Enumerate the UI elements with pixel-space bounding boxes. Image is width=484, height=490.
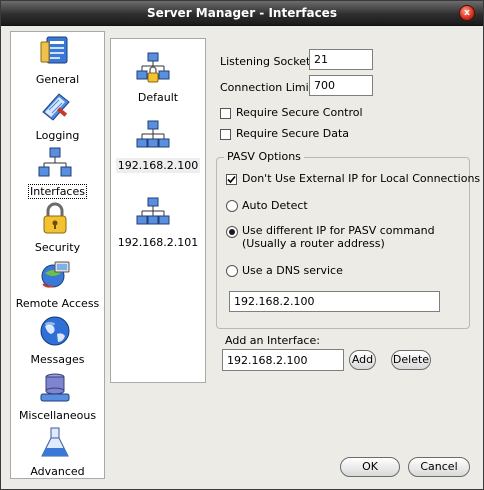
- interface-item-label-text: Default: [137, 91, 179, 104]
- use-different-ip-label[interactable]: Use different IP for PASV command: [242, 224, 435, 237]
- sidebar-item-miscellaneous[interactable]: Miscellaneous: [11, 370, 104, 426]
- require-secure-control-label[interactable]: Require Secure Control: [236, 106, 363, 119]
- connection-limit-input[interactable]: [309, 75, 373, 96]
- network-locked-icon: [136, 52, 170, 83]
- use-different-ip-radio[interactable]: [226, 226, 238, 238]
- interfaces-icon: [38, 147, 72, 177]
- auto-detect-label[interactable]: Auto Detect: [242, 199, 308, 212]
- interface-item-label: 192.168.2.100: [111, 158, 205, 173]
- close-icon[interactable]: x: [459, 5, 475, 21]
- window-title: Server Manager - Interfaces: [147, 6, 337, 20]
- sidebar-item-label: Security: [34, 241, 81, 254]
- flask-icon: [41, 427, 69, 457]
- network-icon: [136, 197, 170, 225]
- sidebar-item-remote-access[interactable]: Remote Access: [11, 258, 104, 314]
- add-button[interactable]: Add: [349, 350, 376, 370]
- pasv-ip-input[interactable]: [229, 291, 440, 312]
- checkmark-icon: [227, 175, 236, 184]
- sidebar-item-label: General: [35, 73, 80, 86]
- sidebar-item-security[interactable]: Security: [11, 202, 104, 258]
- sidebar-item-label: Remote Access: [15, 297, 100, 310]
- logging-icon: [42, 93, 70, 121]
- connection-limit-label: Connection Limit:: [220, 81, 317, 94]
- interface-list[interactable]: Default 192.168.2.100 192.168.2.101: [110, 38, 206, 383]
- use-dns-label[interactable]: Use a DNS service: [242, 264, 343, 277]
- cancel-button[interactable]: Cancel: [408, 457, 470, 477]
- sidebar-item-label: Miscellaneous: [18, 409, 97, 422]
- ok-button[interactable]: OK: [340, 457, 400, 477]
- add-interface-label: Add an Interface:: [225, 334, 320, 347]
- server-manager-window: Server Manager - Interfaces x General Lo…: [0, 0, 484, 490]
- sidebar-item-messages[interactable]: Messages: [11, 314, 104, 370]
- interface-item-default[interactable]: Default: [111, 51, 205, 115]
- interface-item-label: 192.168.2.101: [111, 236, 205, 249]
- listening-socket-label: Listening Socket:: [220, 55, 314, 68]
- interface-item-label-text: 192.168.2.101: [117, 236, 199, 249]
- pasv-options-title: PASV Options: [224, 150, 304, 163]
- require-secure-data-checkbox[interactable]: [220, 129, 231, 140]
- globe-icon: [40, 316, 70, 346]
- require-secure-data-label[interactable]: Require Secure Data: [236, 127, 349, 140]
- dont-use-external-ip-checkbox[interactable]: [226, 174, 237, 185]
- require-secure-control-checkbox[interactable]: [220, 108, 231, 119]
- interface-item-192-168-2-101[interactable]: 192.168.2.101: [111, 196, 205, 260]
- sidebar-item-logging[interactable]: Logging: [11, 90, 104, 146]
- general-icon: [40, 36, 68, 64]
- interface-item-label: Default: [111, 91, 205, 104]
- title-bar[interactable]: Server Manager - Interfaces x: [1, 1, 483, 26]
- lock-icon: [43, 202, 67, 234]
- sidebar-item-interfaces[interactable]: Interfaces: [11, 146, 104, 202]
- interface-item-192-168-2-100[interactable]: 192.168.2.100: [111, 119, 205, 183]
- dont-use-external-ip-label[interactable]: Don't Use External IP for Local Connecti…: [242, 172, 480, 185]
- sidebar-item-label: Logging: [35, 129, 80, 142]
- use-dns-radio[interactable]: [226, 265, 238, 277]
- remote-access-icon: [41, 261, 70, 288]
- sidebar-item-label: Messages: [30, 353, 85, 366]
- sidebar-item-advanced[interactable]: Advanced: [11, 426, 104, 482]
- use-different-ip-sublabel: (Usually a router address): [242, 237, 385, 250]
- add-interface-input[interactable]: [222, 349, 344, 371]
- auto-detect-radio[interactable]: [226, 200, 238, 212]
- sidebar-item-label-text: Interfaces: [28, 184, 87, 199]
- sidebar-item-general[interactable]: General: [11, 34, 104, 90]
- category-sidebar: General Logging Interfaces Security Remo…: [10, 31, 105, 479]
- sidebar-item-label: Advanced: [30, 465, 85, 478]
- miscellaneous-icon: [40, 373, 70, 402]
- interface-item-label-text: 192.168.2.100: [115, 158, 201, 173]
- sidebar-item-label: Interfaces: [11, 184, 104, 199]
- network-icon: [136, 120, 170, 148]
- delete-button[interactable]: Delete: [391, 350, 431, 370]
- listening-socket-input[interactable]: [309, 49, 373, 70]
